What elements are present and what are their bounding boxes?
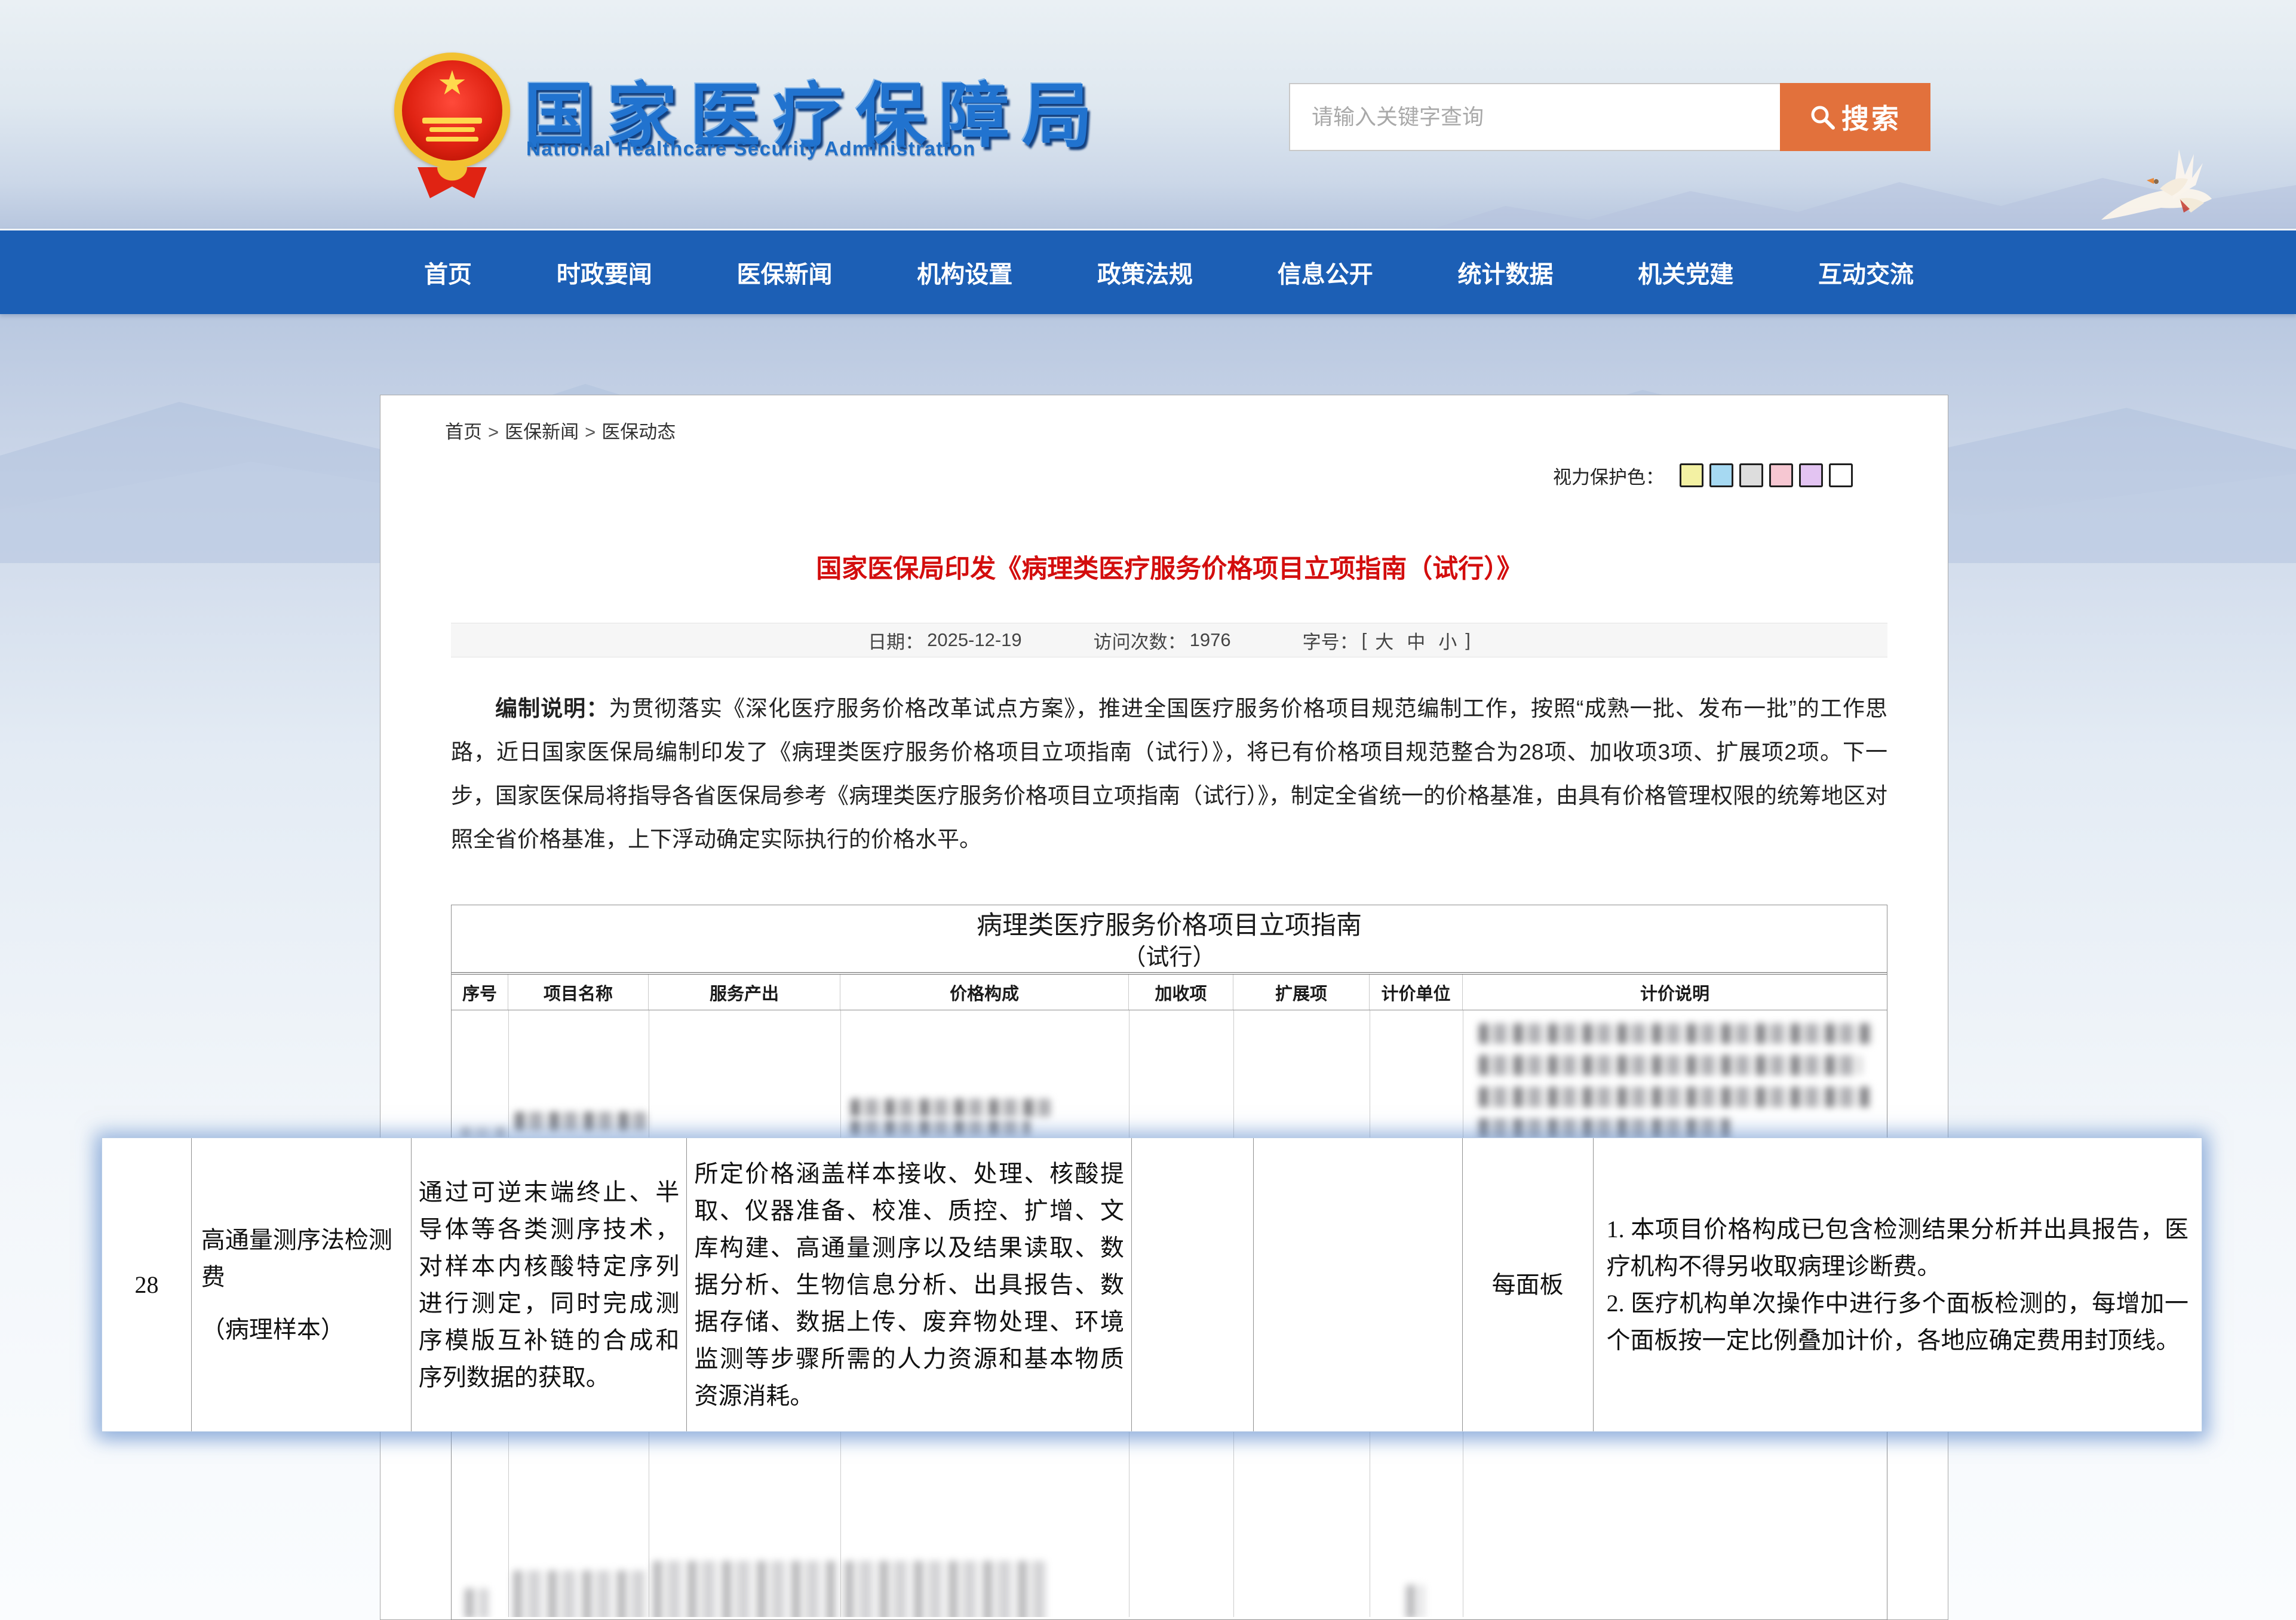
row28-price-composition-cell: 所定价格涵盖样本接收、处理、核酸提取、仪器准备、校准、质控、扩增、文库构建、高通… <box>687 1138 1132 1431</box>
emblem-ribbon <box>418 167 487 198</box>
table-title: 病理类医疗服务价格项目立项指南 （试行） <box>452 905 1887 972</box>
meta-visits-value: 1976 <box>1190 629 1231 651</box>
blurred-text <box>653 1561 838 1617</box>
search-input[interactable] <box>1289 83 1780 151</box>
blurred-text <box>851 1099 1051 1117</box>
fontsize-large[interactable]: 大 <box>1375 627 1393 654</box>
article-paragraph: 编制说明：为贯彻落实《深化医疗服务价格改革试点方案》，推进全国医疗服务价格项目规… <box>451 687 1887 861</box>
table-title-line1: 病理类医疗服务价格项目立项指南 <box>452 905 1887 943</box>
nav-item-statistics[interactable]: 统计数据 <box>1458 255 1554 290</box>
nav-item-home[interactable]: 首页 <box>424 255 472 290</box>
eye-color-purple[interactable] <box>1799 463 1823 487</box>
nav-item-medicare-news[interactable]: 医保新闻 <box>737 255 833 290</box>
site-title-english: National Healthcare Security Administrat… <box>526 137 976 160</box>
row28-unit-cell: 每面板 <box>1463 1138 1594 1431</box>
col-header-price-composition: 价格构成 <box>840 975 1129 1010</box>
col-header-surcharge: 加收项 <box>1129 975 1233 1010</box>
col-header-index: 序号 <box>452 975 508 1010</box>
col-header-name: 项目名称 <box>508 975 649 1010</box>
row28-service-output-cell: 通过可逆末端终止、半导体等各类测序技术，对样本内核酸特定序列进行测定，同时完成测… <box>412 1138 687 1431</box>
national-emblem-icon: ★ <box>394 53 510 168</box>
blurred-text <box>461 1127 508 1138</box>
eye-protect-bar: 视力保护色： <box>1553 462 1853 489</box>
header-search: 搜索 <box>1289 83 1930 151</box>
meta-date-value: 2025-12-19 <box>927 629 1022 651</box>
highlighted-row-28[interactable]: 28 高通量测序法检测费 （病理样本） 通过可逆末端终止、半导体等各类测序技术，… <box>102 1138 2202 1432</box>
paragraph-lead: 编制说明： <box>495 696 609 721</box>
table-title-line2: （试行） <box>452 943 1887 972</box>
eye-color-blue[interactable] <box>1709 463 1733 487</box>
col-header-extension: 扩展项 <box>1233 975 1370 1010</box>
blurred-text <box>513 1570 647 1617</box>
page: ★ 国家医疗保障局 National Healthcare Security A… <box>0 0 2296 1620</box>
eye-color-gray[interactable] <box>1739 463 1763 487</box>
blurred-text <box>1479 1055 1861 1075</box>
nav-item-info-disclosure[interactable]: 信息公开 <box>1278 255 1373 290</box>
search-button[interactable]: 搜索 <box>1780 83 1930 151</box>
blurred-text <box>851 1120 1030 1136</box>
breadcrumb-medicare-updates[interactable]: 医保动态 <box>601 422 676 442</box>
blurred-text <box>1406 1585 1424 1617</box>
nav-item-policies[interactable]: 政策法规 <box>1097 255 1193 290</box>
breadcrumb-separator: > <box>488 422 499 442</box>
eye-color-white[interactable] <box>1829 463 1853 487</box>
article-meta-bar: 日期： 2025-12-19 访问次数： 1976 字号： [ 大 中 小 ] <box>451 623 1887 657</box>
row28-index-cell: 28 <box>102 1138 192 1431</box>
breadcrumb-home[interactable]: 首页 <box>445 422 482 442</box>
breadcrumb-medicare-news[interactable]: 医保新闻 <box>505 422 579 442</box>
meta-date: 日期： 2025-12-19 <box>868 627 1022 654</box>
eye-color-yellow[interactable] <box>1680 463 1703 487</box>
row28-extension-cell <box>1254 1138 1463 1431</box>
search-button-label: 搜索 <box>1841 97 1901 137</box>
nav-item-organization[interactable]: 机构设置 <box>917 255 1012 290</box>
blurred-text <box>1479 1023 1873 1044</box>
meta-fontsize: 字号： [ 大 中 小 ] <box>1303 627 1471 654</box>
fontsize-small[interactable]: 小 <box>1438 627 1457 654</box>
table-header-row: 序号 项目名称 服务产出 价格构成 加收项 扩展项 计价单位 计价说明 <box>452 972 1887 1010</box>
breadcrumb-separator: > <box>585 422 596 442</box>
row28-surcharge-cell <box>1132 1138 1254 1431</box>
col-header-service-output: 服务产出 <box>649 975 840 1010</box>
col-header-unit: 计价单位 <box>1370 975 1463 1010</box>
nav-item-party-building[interactable]: 机关党建 <box>1638 255 1733 290</box>
blurred-text <box>515 1112 646 1131</box>
article-title: 国家医保局印发《病理类医疗服务价格项目立项指南（试行）》 <box>451 548 1887 585</box>
blurred-text <box>1479 1087 1870 1107</box>
search-icon <box>1809 104 1835 130</box>
nav-item-interaction[interactable]: 互动交流 <box>1818 255 1914 290</box>
blurred-text <box>1479 1118 1730 1139</box>
row28-pricing-note-cell: 1. 本项目价格构成已包含检测结果分析并出具报告，医疗机构不得另收取病理诊断费。… <box>1594 1138 2202 1431</box>
paragraph-body: 为贯彻落实《深化医疗服务价格改革试点方案》，推进全国医疗服务价格项目规范编制工作… <box>451 696 1887 852</box>
fontsize-medium[interactable]: 中 <box>1407 627 1425 654</box>
nav-item-politics-news[interactable]: 时政要闻 <box>557 255 652 290</box>
breadcrumb: 首页>医保新闻>医保动态 <box>445 417 676 444</box>
eye-color-pink[interactable] <box>1769 463 1793 487</box>
blurred-text <box>465 1588 489 1617</box>
row28-name-cell: 高通量测序法检测费 （病理样本） <box>192 1138 412 1431</box>
site-logo[interactable]: ★ 国家医疗保障局 National Healthcare Security A… <box>391 48 1180 215</box>
col-header-pricing-note: 计价说明 <box>1463 975 1887 1010</box>
eye-protect-label: 视力保护色： <box>1553 462 1664 489</box>
main-nav: 首页 时政要闻 医保新闻 机构设置 政策法规 信息公开 统计数据 机关党建 互动… <box>0 229 2296 314</box>
blurred-text <box>845 1561 1045 1617</box>
meta-visits: 访问次数： 1976 <box>1094 627 1231 654</box>
